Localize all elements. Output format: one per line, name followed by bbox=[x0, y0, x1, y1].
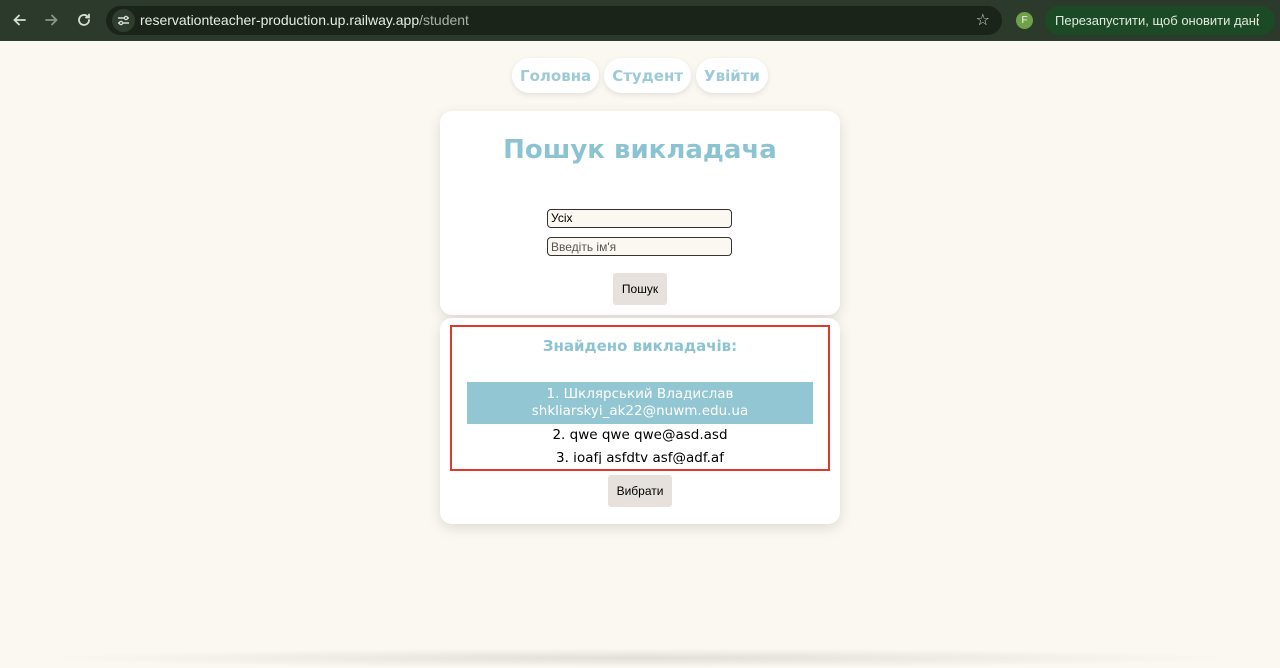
reload-icon[interactable] bbox=[73, 9, 95, 31]
list-item[interactable]: 2. qwe qwe qwe@asd.asd bbox=[467, 424, 813, 447]
results-list[interactable]: 1. Шклярський Владислав shkliarskyi_ak22… bbox=[467, 382, 813, 464]
teacher-name: 2. qwe qwe qwe@asd.asd bbox=[552, 427, 728, 443]
teacher-name: 1. Шклярський Владислав bbox=[546, 386, 734, 402]
filter-select[interactable]: Усіх bbox=[547, 209, 732, 228]
teacher-name: 3. ioafj asfdtv asf@adf.af bbox=[556, 450, 724, 464]
search-card: Пошук викладача Усіх Пошук bbox=[440, 111, 840, 315]
more-menu-icon[interactable]: ⋮ bbox=[1251, 11, 1265, 28]
search-button[interactable]: Пошук bbox=[613, 273, 667, 305]
page-title: Пошук викладача bbox=[503, 135, 777, 165]
url-host: reservationteacher-production.up.railway… bbox=[140, 12, 420, 28]
results-card: Знайдено викладачів: 1. Шклярський Влади… bbox=[440, 318, 840, 524]
nav-home[interactable]: Головна bbox=[512, 58, 600, 93]
select-button[interactable]: Вибрати bbox=[608, 475, 672, 507]
profile-avatar[interactable]: F bbox=[1016, 12, 1033, 29]
update-label: Перезапустити, щоб оновити дані bbox=[1055, 13, 1259, 28]
browser-toolbar: reservationteacher-production.up.railway… bbox=[0, 0, 1280, 41]
teacher-email: shkliarskyi_ak22@nuwm.edu.ua bbox=[531, 403, 749, 419]
site-nav: Головна Студент Увійти bbox=[0, 58, 1280, 94]
bookmark-star-icon[interactable]: ☆ bbox=[976, 10, 990, 29]
results-title: Знайдено викладачів: bbox=[542, 337, 738, 355]
list-item[interactable]: 1. Шклярський Владислав shkliarskyi_ak22… bbox=[467, 382, 813, 424]
forward-arrow-icon[interactable] bbox=[40, 9, 62, 31]
site-settings-icon[interactable] bbox=[112, 9, 135, 32]
update-button[interactable]: Перезапустити, щоб оновити дані ⋮ bbox=[1045, 6, 1275, 35]
url-text: reservationteacher-production.up.railway… bbox=[140, 12, 469, 28]
address-bar[interactable]: reservationteacher-production.up.railway… bbox=[106, 6, 1002, 35]
url-path: /student bbox=[419, 12, 469, 28]
name-search-input[interactable] bbox=[547, 237, 732, 256]
back-arrow-icon[interactable] bbox=[9, 9, 31, 31]
nav-student[interactable]: Студент bbox=[604, 58, 692, 93]
nav-login[interactable]: Увійти bbox=[696, 58, 768, 93]
bottom-shadow bbox=[40, 648, 1240, 668]
list-item[interactable]: 3. ioafj asfdtv asf@adf.af bbox=[467, 447, 813, 464]
